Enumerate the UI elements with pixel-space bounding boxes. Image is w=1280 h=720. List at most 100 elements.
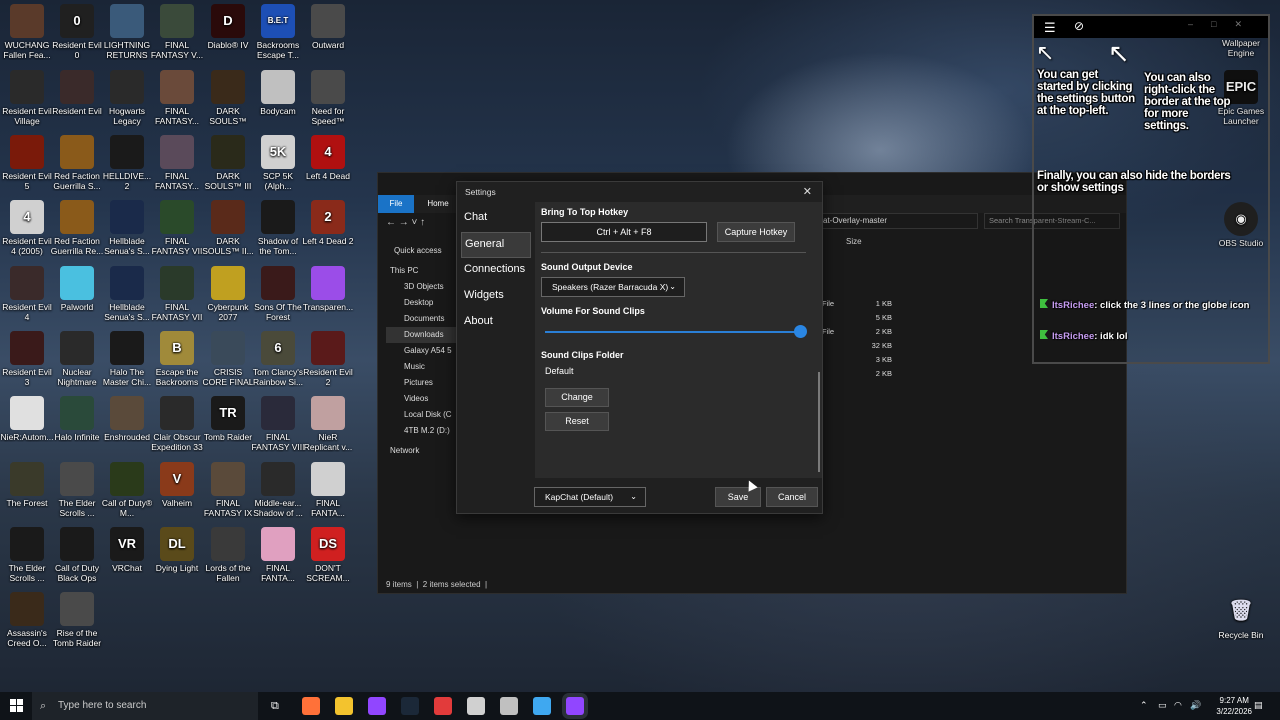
desktop-icon[interactable]: 5K SCP 5K (Alph... (251, 135, 305, 191)
desktop-icon[interactable]: Shadow of the Tom... (251, 200, 305, 256)
desktop-icon[interactable]: Sons Of The Forest (251, 266, 305, 322)
desktop-icon[interactable]: TR Tomb Raider (201, 396, 255, 442)
desktop-icon[interactable]: CRISIS CORE FINAL F... (201, 331, 255, 387)
desktop-icon[interactable]: Rise of the Tomb Raider (50, 592, 104, 648)
cancel-button[interactable]: Cancel (766, 487, 818, 507)
desktop-icon[interactable]: Red Faction Guerrilla Re... (50, 200, 104, 256)
taskbar-app-icon[interactable] (335, 697, 353, 715)
close-icon[interactable]: ✕ (803, 182, 812, 202)
desktop-icon[interactable]: Palworld (50, 266, 104, 312)
desktop-icon[interactable]: DARK SOULS™ II... (201, 200, 255, 256)
desktop-icon[interactable]: Hogwarts Legacy (100, 70, 154, 126)
desktop-icon[interactable]: FINAL FANTASY VII (150, 200, 204, 256)
desktop-icon[interactable]: 4 Resident Evil 4 (2005) (0, 200, 54, 256)
desktop-icon[interactable]: 0 Resident Evil 0 (50, 4, 104, 60)
taskbar-app-icon[interactable] (533, 697, 551, 715)
window-controls[interactable]: –□✕ (1188, 19, 1260, 30)
desktop-icon[interactable]: DARK SOULS™ Re... (201, 70, 255, 126)
taskbar-app-icon[interactable] (467, 697, 485, 715)
desktop-icon[interactable]: Hellblade Senua's S... (100, 266, 154, 322)
change-folder-button[interactable]: Change (545, 388, 609, 407)
desktop-icon[interactable]: NieR:Autom... (0, 396, 54, 442)
globe-icon[interactable]: ⊘ (1074, 19, 1084, 33)
desktop-icon[interactable]: The Elder Scrolls ... (50, 462, 104, 518)
explorer-size-column-header[interactable]: Size (846, 237, 862, 246)
overlay-topbar[interactable]: ☰ ⊘ –□✕ (1034, 16, 1268, 38)
desktop-icon[interactable]: Resident Evil (50, 70, 104, 116)
explorer-nav-arrows[interactable]: ← → ˅ ↑ (386, 217, 425, 228)
settings-titlebar[interactable]: Settings ✕ (457, 182, 822, 202)
hotkey-field[interactable]: Ctrl + Alt + F8 (541, 222, 707, 242)
desktop-icon[interactable]: Halo The Master Chi... (100, 331, 154, 387)
tray-volume-icon[interactable]: 🔊 (1190, 700, 1201, 711)
desktop-icon[interactable]: Assassin's Creed O... (0, 592, 54, 648)
taskbar-app-icon[interactable] (500, 697, 518, 715)
desktop-icon[interactable]: Resident Evil 4 (0, 266, 54, 322)
desktop-icon[interactable]: Middle-ear... Shadow of ... (251, 462, 305, 518)
desktop-icon[interactable]: Halo Infinite (50, 396, 104, 442)
desktop-icon[interactable]: Resident Evil 2 (301, 331, 355, 387)
desktop-icon[interactable]: FINAL FANTA... (251, 527, 305, 583)
notification-icon[interactable]: ▤ (1254, 700, 1263, 711)
settings-nav-about[interactable]: About (461, 310, 531, 336)
desktop-icon[interactable]: B.E.T Backrooms Escape T... (251, 4, 305, 60)
desktop-icon[interactable]: NieR Replicant v... (301, 396, 355, 452)
desktop-icon[interactable]: Resident Evil Village (0, 70, 54, 126)
explorer-address-bar[interactable]: at-Overlay-master (818, 213, 978, 229)
desktop-icon[interactable]: The Forest (0, 462, 54, 508)
desktop-icon[interactable]: FINAL FANTASY VII (150, 266, 204, 322)
desktop-icon-recycle-bin[interactable]: 🗑 Recycle Bin (1214, 594, 1268, 640)
desktop-icon[interactable]: Nuclear Nightmare (50, 331, 104, 387)
taskbar-app-icon[interactable] (368, 697, 386, 715)
capture-hotkey-button[interactable]: Capture Hotkey (717, 222, 795, 242)
theme-select[interactable]: KapChat (Default) ⌄ (534, 487, 646, 507)
desktop-icon[interactable]: FINAL FANTASY VIII (251, 396, 305, 452)
tray-network-icon[interactable]: ▭ (1158, 700, 1167, 711)
desktop-icon[interactable]: Need for Speed™ (301, 70, 355, 126)
desktop-icon[interactable]: Bodycam (251, 70, 305, 116)
desktop-icon[interactable]: Call of Duty® M... (100, 462, 154, 518)
desktop-icon[interactable]: FINAL FANTASY V... (150, 4, 204, 60)
desktop-icon[interactable]: FINAL FANTASY IX (201, 462, 255, 518)
desktop-icon[interactable]: HELLDIVE... 2 (100, 135, 154, 191)
sound-output-select[interactable]: Speakers (Razer Barracuda X) ⌄ (541, 277, 685, 297)
desktop-icon[interactable]: FINAL FANTA... (301, 462, 355, 518)
settings-nav-connections[interactable]: Connections (461, 258, 531, 284)
settings-nav-widgets[interactable]: Widgets (461, 284, 531, 310)
taskbar-clock[interactable]: 9:27 AM 3/22/2026 (1216, 695, 1252, 717)
taskbar-app-icon[interactable] (566, 697, 584, 715)
explorer-file-tab[interactable]: File (378, 195, 414, 213)
desktop-icon[interactable]: FINAL FANTASY... (150, 135, 204, 191)
desktop-icon[interactable]: Clair Obscur Expedition 33 (150, 396, 204, 452)
taskbar-search-input[interactable]: ⌕ Type here to search (32, 692, 258, 720)
reset-folder-button[interactable]: Reset (545, 412, 609, 431)
desktop-icon[interactable]: B Escape the Backrooms (150, 331, 204, 387)
desktop-icon[interactable]: 2 Left 4 Dead 2 (301, 200, 355, 246)
taskbar-app-icon[interactable] (434, 697, 452, 715)
desktop-icon[interactable]: 4 Left 4 Dead (301, 135, 355, 181)
desktop-icon[interactable]: Call of Duty Black Ops (50, 527, 104, 583)
desktop-icon[interactable]: LIGHTNING RETURNS F... (100, 4, 154, 60)
settings-nav-general[interactable]: General (461, 232, 531, 258)
desktop-icon[interactable]: Resident Evil 5 (0, 135, 54, 191)
desktop-icon[interactable]: Outward (301, 4, 355, 50)
desktop-icon[interactable]: DS DON'T SCREAM... (301, 527, 355, 583)
desktop-icon[interactable]: Transparen... (301, 266, 355, 312)
volume-slider-thumb[interactable] (794, 325, 807, 338)
taskbar-app-icon[interactable] (401, 697, 419, 715)
settings-scrollbar[interactable] (818, 372, 820, 472)
desktop-icon[interactable]: 6 Tom Clancy's Rainbow Si... (251, 331, 305, 387)
tray-overflow-icon[interactable]: ⌃ (1140, 700, 1148, 711)
desktop-icon[interactable]: Hellblade Senua's S... (100, 200, 154, 256)
desktop-icon[interactable]: The Elder Scrolls ... (0, 527, 54, 583)
settings-nav-chat[interactable]: Chat (461, 206, 531, 232)
desktop-icon[interactable]: Enshrouded (100, 396, 154, 442)
desktop-icon[interactable]: Resident Evil 3 (0, 331, 54, 387)
desktop-icon[interactable]: DL Dying Light (150, 527, 204, 573)
desktop-icon[interactable]: Cyberpunk 2077 (201, 266, 255, 322)
desktop-icon[interactable]: VR VRChat (100, 527, 154, 573)
taskbar-app-icon[interactable] (302, 697, 320, 715)
desktop-icon[interactable]: Red Faction Guerrilla S... (50, 135, 104, 191)
desktop-icon[interactable]: FINAL FANTASY... (150, 70, 204, 126)
desktop-icon[interactable]: WUCHANG Fallen Fea... (0, 4, 54, 60)
